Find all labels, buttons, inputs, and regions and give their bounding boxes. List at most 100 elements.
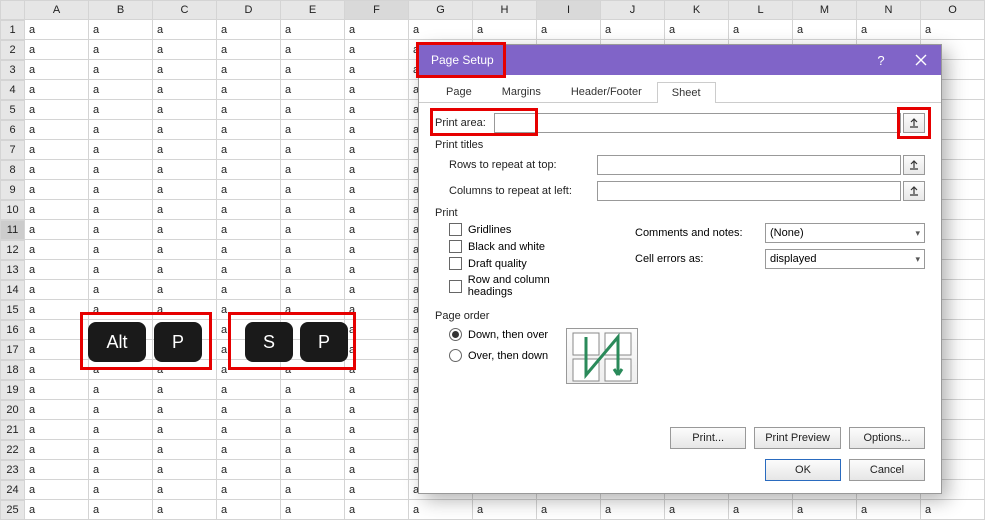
tab-sheet[interactable]: Sheet [657, 82, 716, 103]
row-header-6[interactable]: 6 [0, 120, 25, 140]
cell-F20[interactable]: a [345, 400, 409, 420]
cell-D11[interactable]: a [217, 220, 281, 240]
cell-B21[interactable]: a [89, 420, 153, 440]
cell-F22[interactable]: a [345, 440, 409, 460]
cell-E8[interactable]: a [281, 160, 345, 180]
cell-B8[interactable]: a [89, 160, 153, 180]
cell-E23[interactable]: a [281, 460, 345, 480]
row-header-17[interactable]: 17 [0, 340, 25, 360]
column-header-I[interactable]: I [537, 0, 601, 20]
cell-E24[interactable]: a [281, 480, 345, 500]
row-header-13[interactable]: 13 [0, 260, 25, 280]
row-header-18[interactable]: 18 [0, 360, 25, 380]
cell-D7[interactable]: a [217, 140, 281, 160]
cell-D20[interactable]: a [217, 400, 281, 420]
cell-C20[interactable]: a [153, 400, 217, 420]
cell-C25[interactable]: a [153, 500, 217, 520]
tab-headerfooter[interactable]: Header/Footer [556, 81, 657, 102]
tab-page[interactable]: Page [431, 81, 487, 102]
cell-H25[interactable]: a [473, 500, 537, 520]
cell-A12[interactable]: a [25, 240, 89, 260]
cell-B23[interactable]: a [89, 460, 153, 480]
down-then-over-radio[interactable] [449, 328, 462, 341]
cell-B11[interactable]: a [89, 220, 153, 240]
cell-L25[interactable]: a [729, 500, 793, 520]
row-header-8[interactable]: 8 [0, 160, 25, 180]
cell-F4[interactable]: a [345, 80, 409, 100]
cell-F2[interactable]: a [345, 40, 409, 60]
cell-B25[interactable]: a [89, 500, 153, 520]
cell-F9[interactable]: a [345, 180, 409, 200]
print-area-input[interactable] [494, 113, 901, 133]
row-header-22[interactable]: 22 [0, 440, 25, 460]
cell-E11[interactable]: a [281, 220, 345, 240]
cell-E1[interactable]: a [281, 20, 345, 40]
cell-E19[interactable]: a [281, 380, 345, 400]
cell-B12[interactable]: a [89, 240, 153, 260]
cell-C1[interactable]: a [153, 20, 217, 40]
cell-F1[interactable]: a [345, 20, 409, 40]
cell-D3[interactable]: a [217, 60, 281, 80]
select-all-corner[interactable] [0, 0, 25, 20]
cell-A24[interactable]: a [25, 480, 89, 500]
cell-A9[interactable]: a [25, 180, 89, 200]
cell-K1[interactable]: a [665, 20, 729, 40]
cell-D24[interactable]: a [217, 480, 281, 500]
cell-C2[interactable]: a [153, 40, 217, 60]
row-header-2[interactable]: 2 [0, 40, 25, 60]
cell-B6[interactable]: a [89, 120, 153, 140]
cell-B5[interactable]: a [89, 100, 153, 120]
cell-F3[interactable]: a [345, 60, 409, 80]
cell-E14[interactable]: a [281, 280, 345, 300]
row-header-19[interactable]: 19 [0, 380, 25, 400]
cell-I1[interactable]: a [537, 20, 601, 40]
cell-C8[interactable]: a [153, 160, 217, 180]
cell-J25[interactable]: a [601, 500, 665, 520]
cell-B10[interactable]: a [89, 200, 153, 220]
cell-O25[interactable]: a [921, 500, 985, 520]
cell-C4[interactable]: a [153, 80, 217, 100]
cell-D2[interactable]: a [217, 40, 281, 60]
cell-F21[interactable]: a [345, 420, 409, 440]
cell-A1[interactable]: a [25, 20, 89, 40]
cell-D23[interactable]: a [217, 460, 281, 480]
cell-B13[interactable]: a [89, 260, 153, 280]
ok-button[interactable]: OK [765, 459, 841, 481]
cell-B9[interactable]: a [89, 180, 153, 200]
cell-A22[interactable]: a [25, 440, 89, 460]
column-header-F[interactable]: F [345, 0, 409, 20]
cell-M1[interactable]: a [793, 20, 857, 40]
cell-D4[interactable]: a [217, 80, 281, 100]
rows-repeat-input[interactable] [597, 155, 901, 175]
row-header-23[interactable]: 23 [0, 460, 25, 480]
cell-B19[interactable]: a [89, 380, 153, 400]
cell-G25[interactable]: a [409, 500, 473, 520]
cell-B2[interactable]: a [89, 40, 153, 60]
cell-B14[interactable]: a [89, 280, 153, 300]
row-header-25[interactable]: 25 [0, 500, 25, 520]
cell-F11[interactable]: a [345, 220, 409, 240]
row-header-4[interactable]: 4 [0, 80, 25, 100]
row-header-5[interactable]: 5 [0, 100, 25, 120]
row-header-10[interactable]: 10 [0, 200, 25, 220]
cell-A14[interactable]: a [25, 280, 89, 300]
cell-F7[interactable]: a [345, 140, 409, 160]
cell-A3[interactable]: a [25, 60, 89, 80]
rowcol-checkbox[interactable] [449, 280, 462, 293]
cell-C6[interactable]: a [153, 120, 217, 140]
column-header-H[interactable]: H [473, 0, 537, 20]
cell-A20[interactable]: a [25, 400, 89, 420]
cols-repeat-range-button[interactable] [903, 181, 925, 201]
cell-F6[interactable]: a [345, 120, 409, 140]
cell-N25[interactable]: a [857, 500, 921, 520]
cell-A19[interactable]: a [25, 380, 89, 400]
dialog-titlebar[interactable]: Page Setup ? [419, 45, 941, 75]
cell-A23[interactable]: a [25, 460, 89, 480]
cell-D21[interactable]: a [217, 420, 281, 440]
cell-D6[interactable]: a [217, 120, 281, 140]
column-header-O[interactable]: O [921, 0, 985, 20]
cell-A11[interactable]: a [25, 220, 89, 240]
cell-M25[interactable]: a [793, 500, 857, 520]
cell-C24[interactable]: a [153, 480, 217, 500]
cell-C9[interactable]: a [153, 180, 217, 200]
